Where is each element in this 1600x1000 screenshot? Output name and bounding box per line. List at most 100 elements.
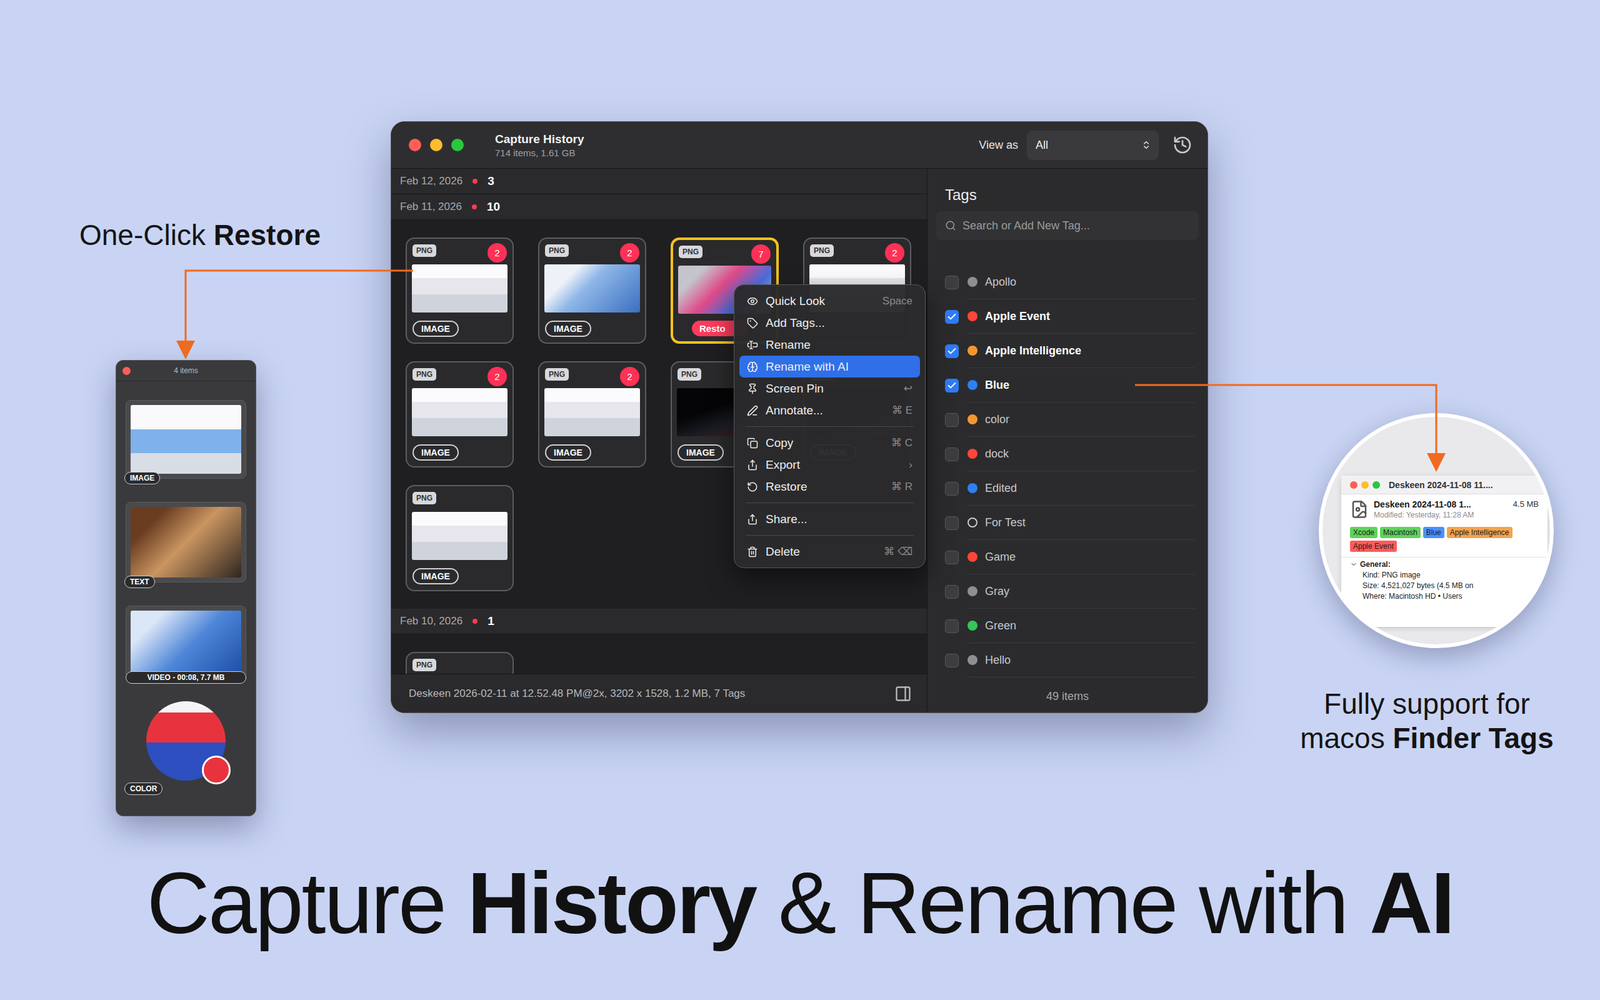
file-modified: Modified: Yesterday, 11:28 AM	[1373, 510, 1539, 520]
mini-item[interactable]: TEXT	[125, 501, 247, 583]
callout-line: Fully support for	[1323, 686, 1530, 722]
tag-checkbox[interactable]	[945, 619, 959, 634]
capture-thumbnail[interactable]: PNG2IMAGE	[538, 361, 647, 468]
search-placeholder: Search or Add New Tag...	[962, 219, 1090, 233]
menu-item[interactable]: Export›	[739, 453, 920, 476]
tag-row[interactable]: color	[927, 402, 1208, 437]
capture-thumbnail[interactable]: PNG2IMAGE	[538, 237, 647, 344]
chevrons-icon	[1141, 140, 1152, 150]
tag-label: Hello	[985, 653, 1011, 667]
restore-callout: One-Click Restore	[79, 217, 321, 253]
menu-item[interactable]: Rename with AI	[739, 355, 920, 378]
file-icon	[1350, 500, 1369, 519]
menu-item-icon	[746, 295, 759, 307]
menu-item[interactable]: Screen Pin↩	[739, 377, 920, 400]
tag-color-dot	[967, 483, 978, 494]
close-button[interactable]	[408, 138, 422, 152]
info-title: Deskeen 2024-11-08 11....	[1388, 480, 1494, 490]
menu-shortcut: ⌘ E	[891, 403, 913, 417]
tag-row[interactable]: Apple Intelligence	[927, 333, 1208, 369]
capture-thumbnail[interactable]: PNG2IMAGE	[405, 361, 514, 468]
mini-label: VIDEO - 00:08, 7.7 MB	[125, 671, 247, 684]
tag-row[interactable]: dock	[927, 436, 1208, 472]
finder-tag: Macintosh	[1380, 526, 1421, 539]
mini-item[interactable]: IMAGE	[125, 400, 247, 479]
tag-checkbox[interactable]	[945, 516, 959, 530]
tag-checkbox[interactable]	[945, 378, 959, 393]
minimize-button[interactable]	[1361, 481, 1369, 489]
menu-item[interactable]: Add Tags...	[739, 311, 920, 334]
tag-search-field[interactable]: Search or Add New Tag...	[936, 211, 1199, 240]
tag-checkbox[interactable]	[945, 344, 959, 359]
sidebar-toggle-icon[interactable]	[894, 685, 912, 703]
zoom-button[interactable]	[451, 138, 464, 152]
tag-row[interactable]: Apollo	[927, 265, 1208, 300]
tag-checkbox[interactable]	[945, 585, 959, 599]
finder-tag: Xcode	[1350, 526, 1378, 539]
menu-separator	[745, 426, 914, 427]
status-bar: Deskeen 2026-02-11 at 12.52.48 PM@2x, 32…	[391, 673, 927, 713]
tag-checkbox[interactable]	[945, 653, 959, 668]
info-detail: Where: Macintosh HD • Users	[1341, 591, 1548, 602]
tag-color-dot	[967, 448, 978, 459]
tag-row[interactable]: Green	[927, 608, 1208, 644]
section-header: Feb 10, 20261	[391, 608, 927, 635]
capture-thumbnail[interactable]: PNGIMAGE	[405, 485, 514, 592]
thumbnail-preview	[411, 511, 508, 560]
tag-row[interactable]: Blue	[927, 368, 1208, 403]
bold-text: History	[467, 853, 756, 952]
kind-label: IMAGE	[677, 444, 724, 461]
tag-color-dot	[967, 620, 978, 631]
tag-checkbox[interactable]	[945, 550, 959, 565]
finder-tag: Apple Event	[1350, 540, 1397, 552]
tag-row[interactable]: Apple Event	[927, 299, 1208, 334]
tag-row[interactable]: For Test	[927, 505, 1208, 540]
check-icon	[946, 311, 957, 322]
type-tag: PNG	[545, 244, 569, 257]
tag-row[interactable]: Game	[927, 540, 1208, 575]
minimize-button[interactable]	[430, 138, 443, 152]
menu-shortcut: ↩	[903, 381, 913, 395]
check-icon	[946, 346, 957, 357]
menu-item[interactable]: Rename	[739, 333, 920, 356]
tag-checkbox[interactable]	[945, 275, 959, 290]
history-button[interactable]	[1172, 135, 1193, 155]
menu-shortcut: ›	[908, 458, 913, 472]
tag-checkbox[interactable]	[945, 481, 959, 496]
close-button[interactable]	[122, 366, 131, 375]
tag-checkbox[interactable]	[945, 310, 959, 324]
menu-item[interactable]: Delete⌘ ⌫	[739, 540, 920, 563]
menu-item[interactable]: Share...	[739, 508, 920, 530]
tag-row[interactable]: Hello	[927, 643, 1208, 678]
menu-separator	[745, 502, 914, 504]
mini-item[interactable]: COLOR	[125, 701, 247, 790]
thumbnail-preview	[544, 388, 640, 437]
menu-item[interactable]: Quick LookSpace	[739, 290, 920, 312]
tag-row[interactable]: Gray	[927, 574, 1208, 609]
date-section: Feb 12, 20263	[391, 168, 927, 195]
tag-checkbox[interactable]	[945, 447, 959, 462]
capture-thumbnail[interactable]: PNG2IMAGE	[405, 237, 514, 344]
title-bar: Capture History714 items, 1.61 GBView as…	[391, 121, 1208, 169]
tag-list: ApolloApple EventApple IntelligenceBluec…	[927, 240, 1208, 678]
capture-thumbnail[interactable]: PNG	[405, 651, 514, 674]
menu-shortcut: ⌘ R	[891, 480, 913, 494]
menu-item[interactable]: Restore⌘ R	[739, 475, 920, 498]
restore-connector-arrow	[185, 270, 414, 350]
close-button[interactable]	[1350, 481, 1358, 489]
section-title: General:	[1360, 560, 1391, 569]
menu-item[interactable]: Copy⌘ C	[739, 431, 920, 454]
mini-item[interactable]: VIDEO - 00:08, 7.7 MB	[125, 605, 247, 679]
info-file-row: Deskeen 2024-11-08 1...4.5 MBModified: Y…	[1341, 494, 1548, 525]
zoom-button[interactable]	[1372, 481, 1380, 489]
tag-checkbox[interactable]	[945, 413, 959, 427]
thumbnail-preview	[411, 388, 508, 437]
view-as-select[interactable]: All	[1026, 130, 1159, 160]
quick-access-window: 4 items IMAGE TEXT VIDEO - 00:08, 7.7 MB COL…	[115, 360, 257, 817]
menu-item[interactable]: Annotate...⌘ E	[739, 399, 920, 422]
mini-title-bar: 4 items	[116, 360, 256, 382]
tag-row[interactable]: Edited	[927, 471, 1208, 506]
type-tag: PNG	[545, 368, 569, 381]
bold-text: Finder Tags	[1392, 721, 1554, 755]
general-section[interactable]: General:	[1341, 556, 1548, 570]
